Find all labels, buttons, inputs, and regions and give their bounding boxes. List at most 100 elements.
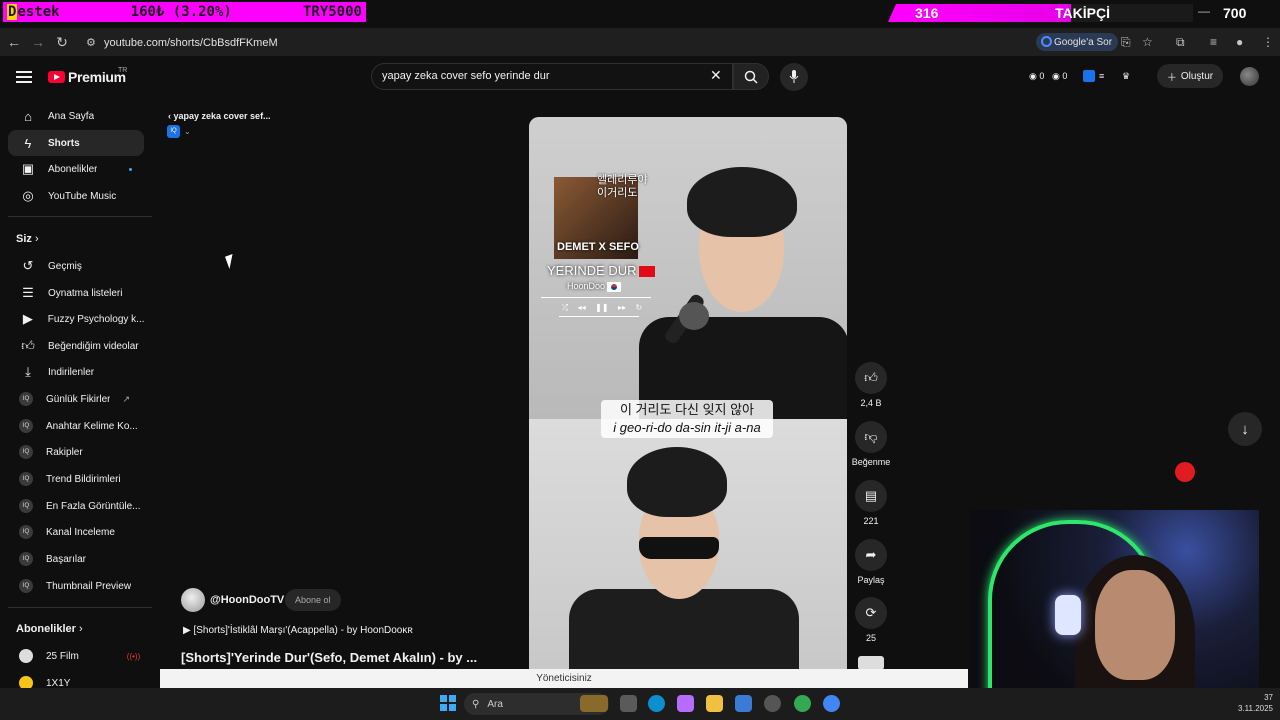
sidebar-item-daily-ideas[interactable]: IQ Günlük Fikirler ↗ — [8, 386, 144, 412]
subtitle-box: 이 거리도 다신 잊지 않아 i geo-ri-do da-sin it-ji … — [601, 400, 773, 438]
site-info-icon[interactable]: ⚙ — [86, 36, 96, 49]
follower-count: 316 — [915, 5, 939, 21]
account-avatar[interactable] — [1240, 67, 1259, 86]
sidebar-item-history[interactable]: ↺ Geçmiş — [8, 253, 144, 279]
repeat-icon: ↻ — [635, 303, 643, 312]
minimize-icon[interactable]: — — [1198, 4, 1210, 18]
sidebar-item-keyword[interactable]: IQ Anahtar Kelime Ko... — [8, 413, 144, 439]
sidebar-subscriptions-heading[interactable]: Abonelikler › — [16, 623, 83, 635]
comment-count: 221 — [863, 516, 879, 526]
sidebar-item-youtube-music[interactable]: ◎ YouTube Music — [8, 183, 144, 209]
search-query[interactable]: yapay zeka cover sefo yerinde dur — [382, 70, 550, 82]
google-lens-icon — [1041, 36, 1052, 47]
sidebar-item-shorts[interactable]: ϟ Shorts — [8, 130, 144, 156]
next-short-button[interactable]: ↓ — [1228, 412, 1262, 446]
channel-name[interactable]: @HoonDooTV — [210, 594, 284, 606]
more-menu-icon[interactable]: ⋮ — [1262, 35, 1274, 49]
related-playlist-link[interactable]: ▶ [Shorts]'İstiklâl Marşı'(Acappella) - … — [183, 625, 413, 636]
iq-extension-icon[interactable] — [1083, 70, 1095, 82]
sidebar-item-playlists[interactable]: ☰ Oynatma listeleri — [8, 280, 144, 306]
file-explorer-icon[interactable] — [706, 695, 723, 712]
song-title-overlay: YERINDE DUR — [547, 263, 655, 278]
microphone-icon — [789, 70, 799, 83]
clear-search-icon[interactable]: ✕ — [710, 67, 722, 84]
album-korean-line-2: 이거리도 — [597, 187, 638, 199]
next-icon: ▸▸ — [618, 303, 627, 312]
sidebar-item-label: 25 Film — [46, 650, 79, 662]
sidebar-item-competitors[interactable]: IQ Rakipler — [8, 439, 144, 465]
queue-icon[interactable]: ≡ — [1099, 71, 1104, 81]
subtitle-korean: 이 거리도 다신 잊지 않아 — [619, 402, 755, 417]
install-icon[interactable]: ⎘ — [1121, 35, 1131, 50]
youtube-premium-logo[interactable]: Premium — [48, 69, 126, 85]
sidebar-item-label: 1X1Y — [46, 677, 71, 689]
like-button[interactable]: 👍︎ — [855, 362, 887, 394]
sidebar-divider — [8, 607, 152, 608]
channel-avatar[interactable] — [181, 588, 205, 612]
sidebar-item-subscriptions[interactable]: ▣ Abonelikler — [8, 156, 144, 182]
reload-icon[interactable]: ↻ — [54, 34, 70, 51]
sidebar-sub-25-film[interactable]: 25 Film ((•)) — [8, 643, 144, 669]
home-icon: ⌂ — [24, 108, 32, 124]
sidebar-item-label: Günlük Fikirler — [46, 393, 111, 405]
sidebar-item-thumbnail-preview[interactable]: IQ Thumbnail Preview — [8, 573, 144, 599]
store-icon[interactable] — [735, 695, 752, 712]
sidebar-item-fuzzy-psychology[interactable]: ▶ Fuzzy Psychology k... — [8, 306, 144, 332]
taskbar-clock[interactable]: 37 3.11.2025 — [1233, 692, 1273, 714]
subscribe-button[interactable]: Abone ol — [285, 589, 341, 611]
sidebar-item-most-viewed[interactable]: IQ En Fazla Görüntüle... — [8, 493, 144, 519]
sidebar-item-trend-alerts[interactable]: IQ Trend Bildirimleri — [8, 466, 144, 492]
second-person-body — [569, 589, 799, 669]
share-button[interactable]: ➦ — [855, 539, 887, 571]
copilot-icon[interactable] — [677, 695, 694, 712]
back-icon[interactable]: ← — [6, 34, 22, 50]
sidebar-item-achievements[interactable]: IQ Başarılar — [8, 546, 144, 572]
google-ask-button[interactable]: Google'a Sor — [1036, 33, 1119, 51]
search-context-label[interactable]: ‹ yapay zeka cover sef... — [168, 111, 271, 121]
sidebar-item-channel-review[interactable]: IQ Kanal Inceleme — [8, 519, 144, 545]
sidebar-item-downloads[interactable]: ⤓ İndirilenler — [8, 359, 144, 385]
share-icon: ➦ — [865, 547, 877, 562]
subscriptions-icon: ▣ — [21, 161, 35, 176]
remix-button[interactable]: ⟳ — [855, 597, 887, 629]
iq-extension-chip[interactable]: IQ ⌄ — [167, 123, 203, 139]
app-icon[interactable] — [764, 695, 781, 712]
trophy-icon[interactable]: ♛ — [1122, 71, 1130, 82]
comments-button[interactable]: ▤ — [855, 480, 887, 512]
edge-icon[interactable] — [648, 695, 665, 712]
watch-stat-value: 0 — [1062, 71, 1068, 81]
search-highlight-icon[interactable] — [580, 695, 608, 712]
remix-icon: ⟳ — [865, 605, 877, 620]
sidebar-item-home[interactable]: ⌂ Ana Sayfa — [8, 103, 144, 129]
forward-icon[interactable]: → — [30, 34, 46, 50]
eye-icon: ◉ — [1052, 71, 1060, 81]
chrome-icon[interactable] — [794, 695, 811, 712]
sidebar-item-label: Shorts — [48, 137, 80, 149]
album-korean-text: 헬레리루야 이거리도 — [597, 174, 648, 200]
sidebar-you-heading[interactable]: Siz › — [16, 233, 39, 245]
voice-search-button[interactable] — [780, 63, 808, 91]
views-stat[interactable]: ◉ 0 — [1029, 71, 1044, 82]
reading-list-icon[interactable]: ≡ — [1210, 35, 1217, 49]
korea-flag-icon — [607, 281, 622, 292]
sidebar-item-label: YouTube Music — [48, 190, 117, 202]
extensions-icon[interactable]: ⧉ — [1176, 35, 1185, 50]
profile-icon[interactable]: ● — [1236, 35, 1243, 49]
task-view-icon[interactable] — [620, 695, 637, 712]
dislike-button[interactable]: 👎︎ — [855, 421, 887, 453]
shorts-video-player[interactable]: 헬레리루야 이거리도 DEMET X SEFO YERINDE DUR HoonD… — [529, 117, 847, 669]
windows-start-icon[interactable] — [440, 695, 456, 711]
hamburger-menu-icon[interactable] — [16, 68, 32, 84]
artist-overlay: HoonDoo — [567, 281, 622, 292]
create-button[interactable]: ＋ Oluştur — [1157, 64, 1223, 88]
video-title[interactable]: [Shorts]'Yerinde Dur'(Sefo, Demet Akalın… — [181, 650, 477, 665]
sound-thumbnail[interactable] — [858, 656, 884, 670]
bookmark-star-icon[interactable]: ☆ — [1142, 35, 1153, 49]
watch-stat[interactable]: ◉ 0 — [1052, 71, 1067, 82]
iq-icon: IQ — [19, 392, 33, 406]
sidebar-item-liked-videos[interactable]: 👍︎ Beğendiğim videolar — [8, 333, 144, 359]
search-button[interactable] — [733, 63, 769, 90]
address-bar[interactable]: youtube.com/shorts/CbBsdfFKmeM — [104, 37, 278, 49]
chrome-profile-icon[interactable] — [823, 695, 840, 712]
live-icon: ((•)) — [126, 651, 141, 661]
